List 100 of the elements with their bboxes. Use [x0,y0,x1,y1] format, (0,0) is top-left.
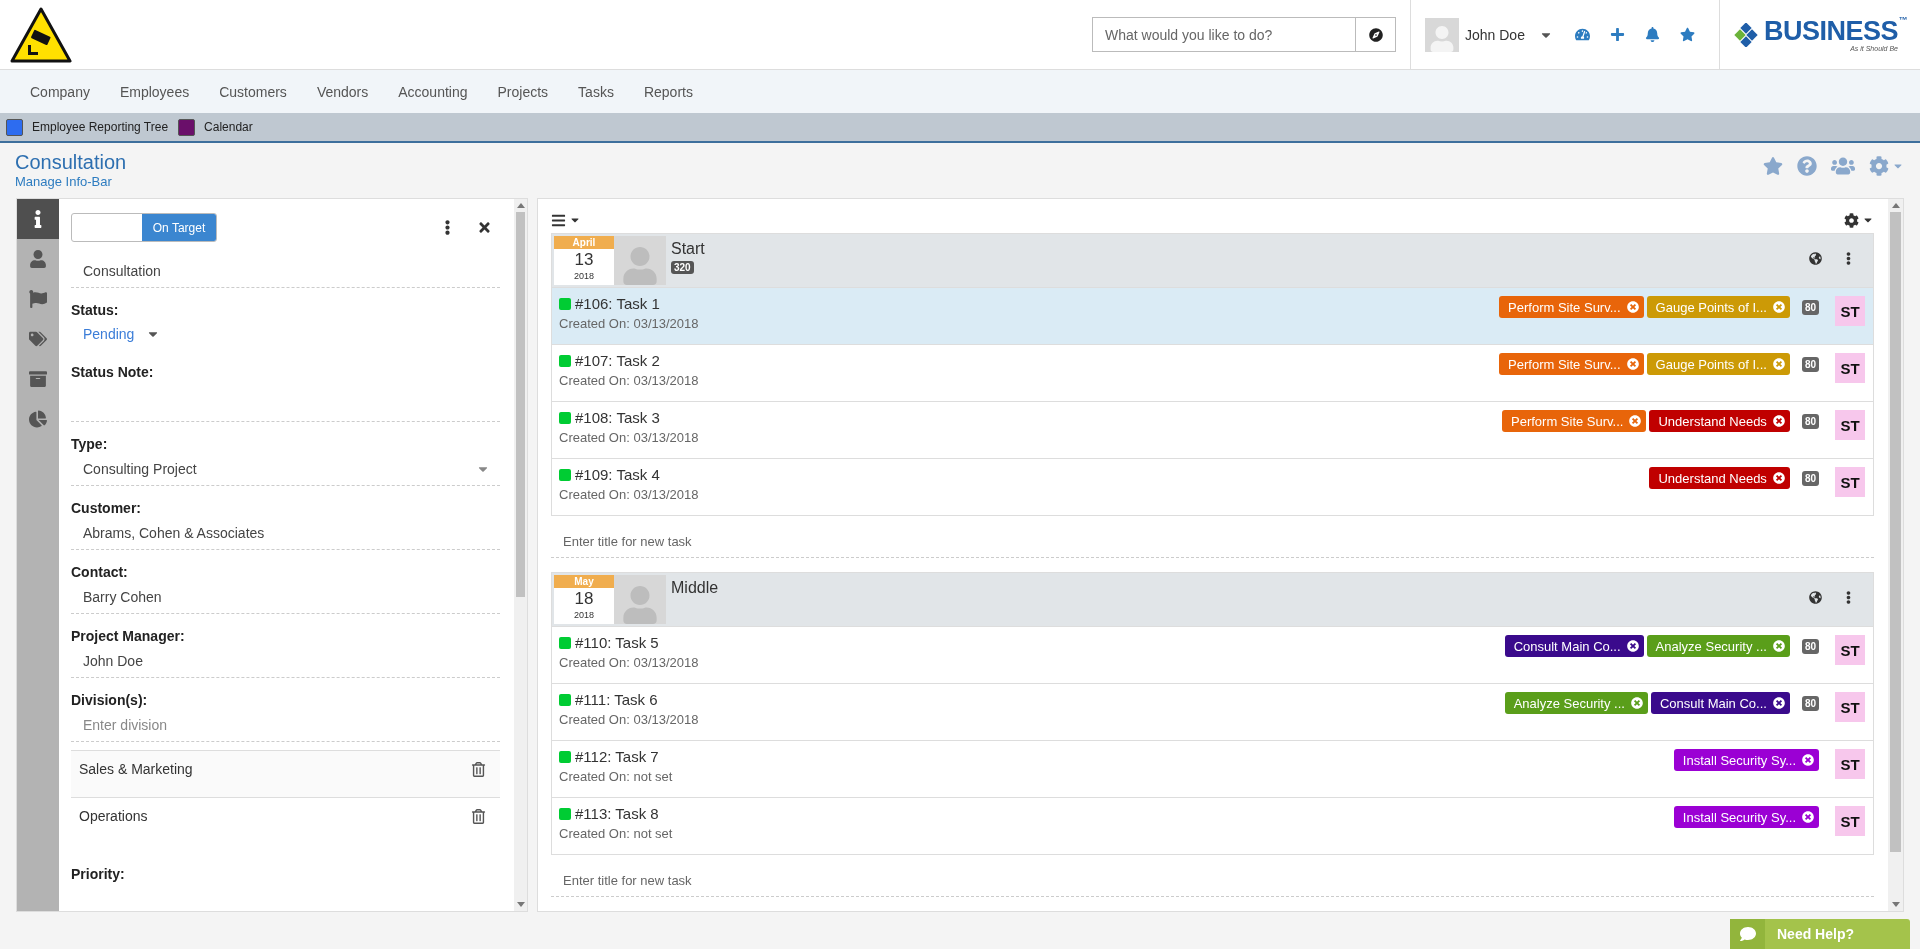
bell-icon[interactable] [1644,27,1660,42]
plus-icon[interactable] [1609,27,1625,42]
nav-item[interactable]: Reports [643,83,693,100]
scrollbar[interactable] [514,199,527,911]
group-title: Middle [671,579,719,597]
nav-item[interactable]: Company [30,83,90,100]
division-name: Operations [79,808,148,824]
created-date: Created On: 03/13/2018 [559,316,699,331]
field-value[interactable]: Abrams, Cohen & Associates [71,516,500,550]
task-row[interactable]: #106: Task 1 Created On: 03/13/2018 Perform Site Surv... Gauge Points of I... 80 ST [552,287,1873,344]
assignee-avatar[interactable]: ST [1835,410,1865,440]
help-icon[interactable] [1797,155,1817,177]
points-badge: 80 [1801,639,1819,654]
field-label: Type: [71,436,109,452]
assignee-avatar[interactable]: ST [1835,806,1865,836]
field-value[interactable]: John Doe [71,644,500,678]
remove-icon[interactable] [1772,415,1785,427]
scrollbar[interactable] [1888,199,1903,911]
avatar [614,236,666,285]
field-label: Division(s): [71,692,149,708]
status-indicator [559,693,571,706]
status-indicator [559,354,571,367]
assignee-avatar[interactable]: ST [1835,635,1865,665]
type-select[interactable]: Consulting Project [71,452,500,486]
remove-icon[interactable] [1802,811,1814,823]
info-icon[interactable] [17,199,59,239]
points-badge: 80 [1801,300,1819,315]
settings-icon[interactable] [1844,212,1874,228]
assignee-avatar[interactable]: ST [1835,749,1865,779]
field-label: Customer: [71,500,142,516]
field-label: Priority: [71,866,126,882]
year-label: 2018 [574,610,594,620]
close-icon[interactable] [477,220,492,235]
year-label: 2018 [574,271,594,281]
status-indicator [559,750,571,763]
month-label: May [554,575,614,588]
task-title: #106: Task 1 [575,295,660,312]
quick-link[interactable]: Calendar [178,118,253,136]
trash-icon[interactable] [471,761,486,777]
points-badge: 80 [1801,357,1819,372]
assignee-avatar[interactable]: ST [1835,692,1865,722]
star-icon[interactable] [1679,27,1695,42]
on-target-toggle[interactable]: On Target [71,213,217,242]
list-menu-icon[interactable] [551,212,581,228]
tag[interactable]: Understand Needs [1649,410,1790,432]
field-label: Status Note: [71,364,155,380]
nav-item[interactable]: Accounting [398,83,468,100]
remove-icon[interactable] [1802,754,1814,766]
status-indicator [559,297,571,310]
trademark: ™ [1898,15,1907,25]
points-badge: 80 [1801,696,1819,711]
nav-item[interactable]: Employees [119,83,190,100]
tag[interactable]: Consult Main Co... [1504,635,1644,657]
name-field[interactable]: Consultation [71,254,500,288]
assignee-avatar[interactable]: ST [1835,467,1865,497]
tag[interactable]: Install Security Sy... [1673,806,1819,828]
created-date: Created On: not set [559,826,673,841]
assignee-avatar[interactable]: ST [1835,353,1865,383]
field-label: Project Manager: [71,628,186,644]
globe-icon[interactable] [1809,591,1822,604]
nav-item[interactable]: Vendors [316,83,369,100]
task-title: #107: Task 2 [575,352,660,369]
nav-item[interactable]: Customers [219,83,287,100]
day-label: 13 [574,249,594,271]
status-indicator [559,468,571,481]
tag[interactable]: Install Security Sy... [1673,749,1819,771]
day-label: 18 [574,588,594,610]
chat-icon [1730,919,1765,949]
created-date: Created On: 03/13/2018 [559,430,699,445]
dashboard-icon[interactable] [1574,27,1590,42]
trash-icon[interactable] [471,808,486,824]
star-icon[interactable] [1763,155,1783,177]
users-icon[interactable] [1831,155,1855,177]
assignee-avatar[interactable]: ST [1835,296,1865,326]
nav-item[interactable]: Tasks [578,83,614,100]
task-title: #109: Task 4 [575,466,660,483]
created-date: Created On: 03/13/2018 [559,487,699,502]
created-date: Created On: not set [559,769,673,784]
task-title: #112: Task 7 [575,748,659,765]
field-label: Contact: [71,564,129,580]
page-title: Consultation [15,151,127,174]
task-title: #108: Task 3 [575,409,660,426]
manage-info-bar-link[interactable]: Manage Info-Bar [15,174,127,189]
division-name: Sales & Marketing [79,761,193,777]
field-value[interactable]: Barry Cohen [71,580,500,614]
status-indicator [559,411,571,424]
status-dropdown[interactable]: Pending [71,318,161,350]
task-title: #111: Task 6 [575,691,658,708]
globe-icon[interactable] [1809,252,1822,265]
quick-link[interactable]: Employee Reporting Tree [6,118,169,136]
remove-icon[interactable] [1626,640,1639,652]
tag[interactable]: Understand Needs [1649,467,1790,489]
remove-icon[interactable] [1772,697,1785,709]
created-date: Created On: 03/13/2018 [559,712,699,727]
user-menu[interactable]: John Doe [1465,26,1553,43]
compass-icon[interactable] [1356,17,1396,52]
search-field[interactable]: What would you like to do? [1092,17,1356,52]
tag[interactable]: Consult Main Co... [1650,692,1790,714]
remove-icon[interactable] [1772,472,1785,484]
nav-item[interactable]: Projects [497,83,549,100]
